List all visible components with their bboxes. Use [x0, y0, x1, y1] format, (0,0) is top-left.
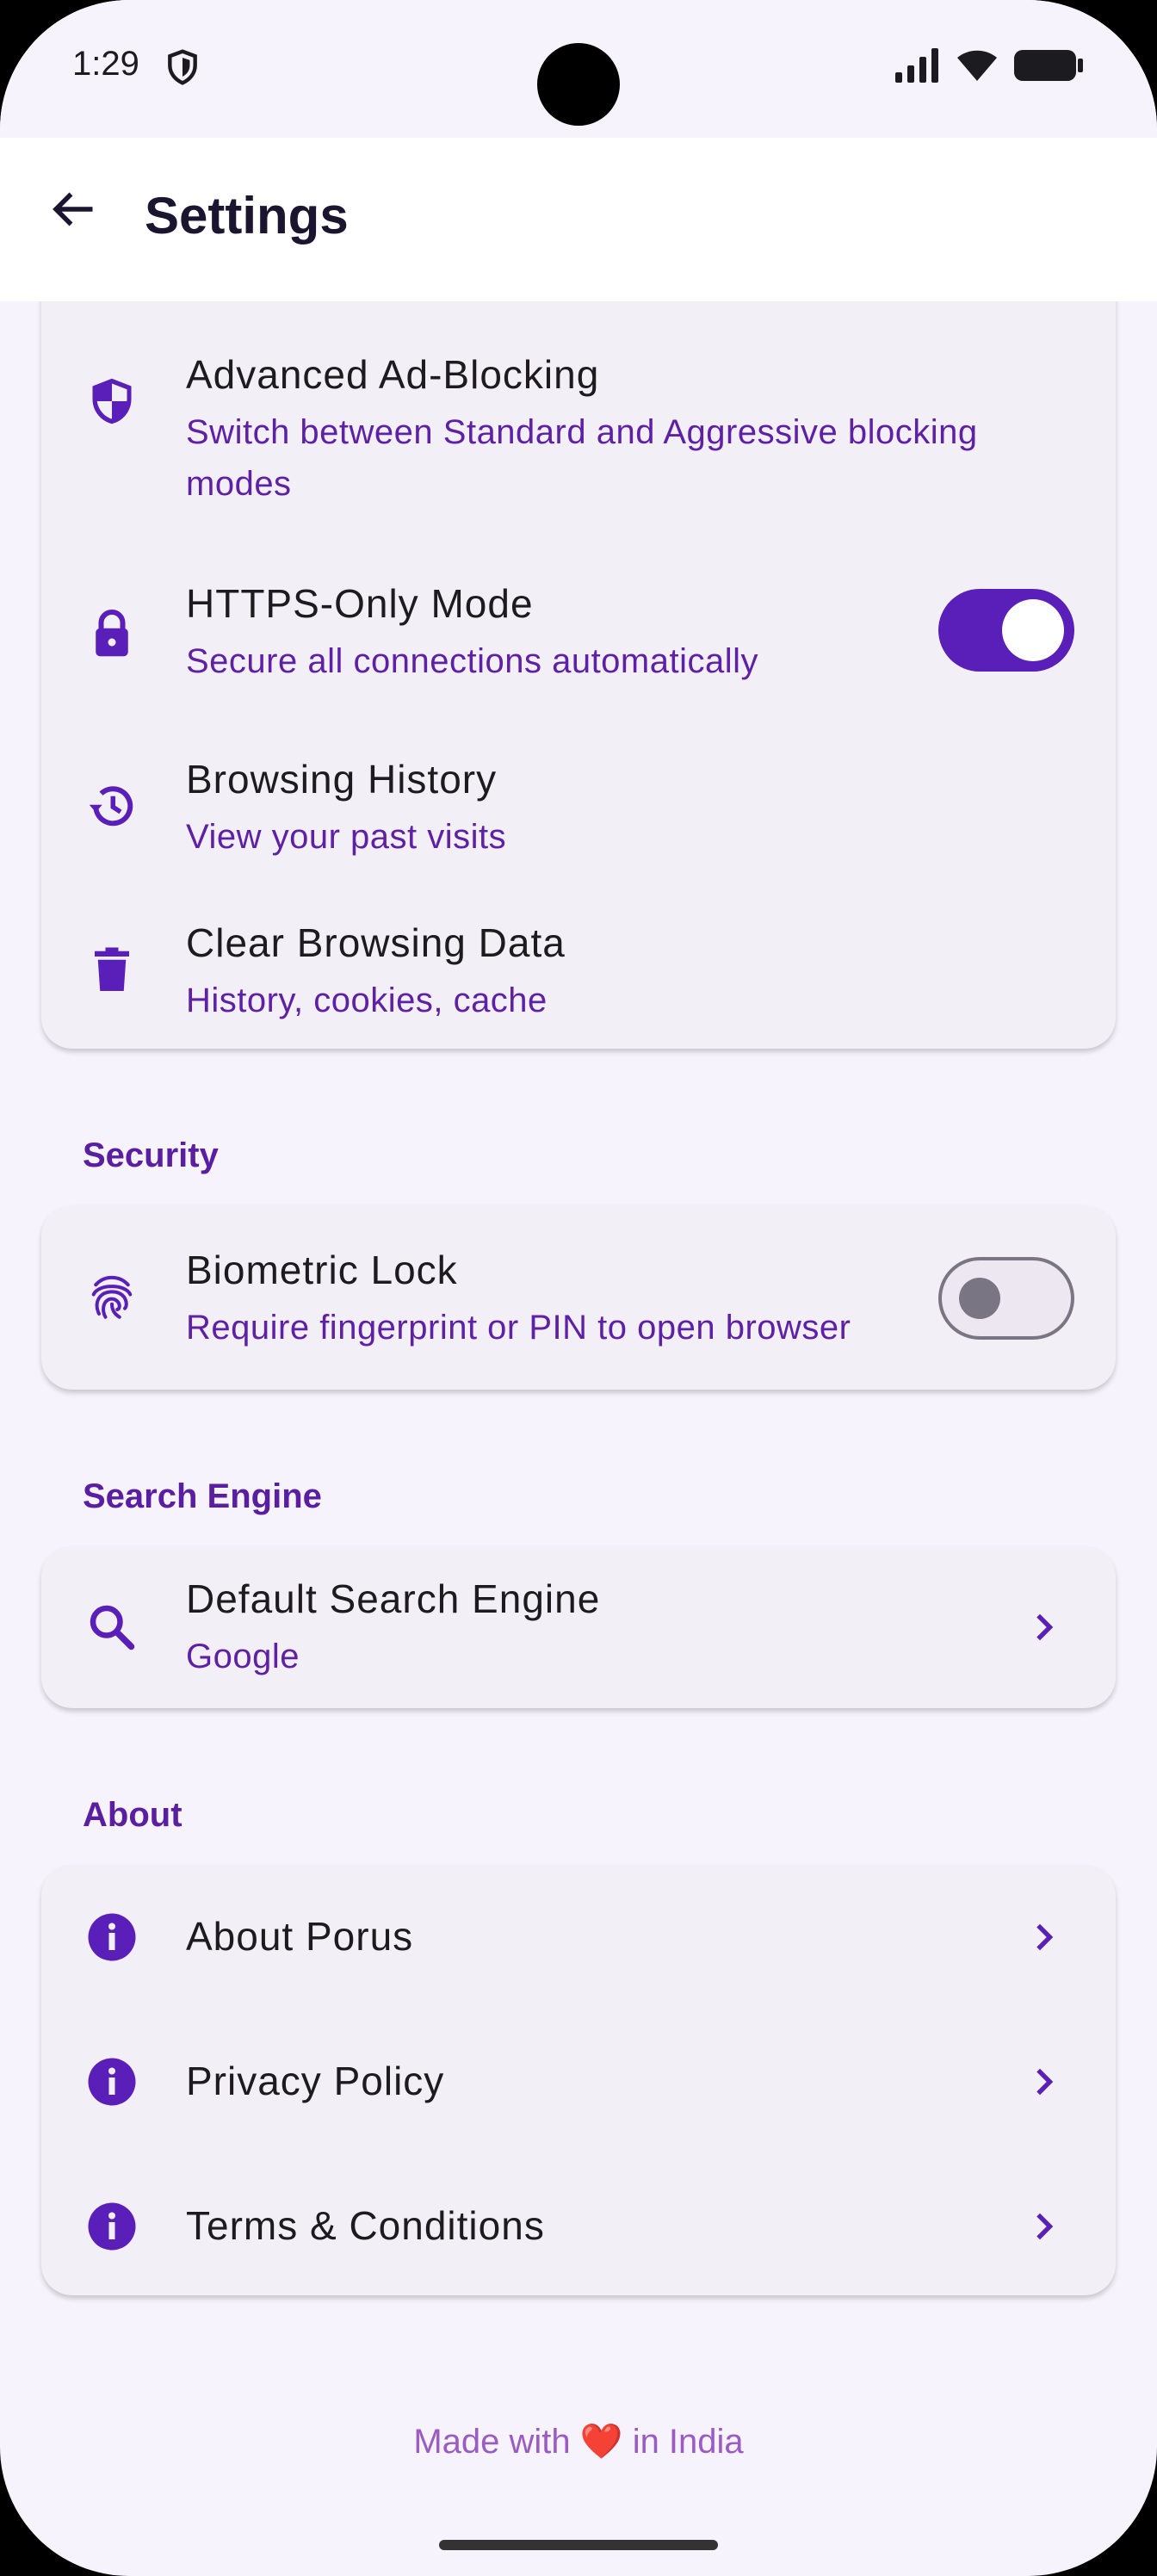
setting-row-privacy-policy[interactable]: Privacy Policy	[41, 2009, 1116, 2154]
setting-row-terms-conditions[interactable]: Terms & Conditions	[41, 2154, 1116, 2299]
setting-label: Browsing History	[186, 757, 498, 802]
chevron-right-icon	[1036, 1923, 1054, 1951]
setting-subtitle: Google	[186, 1638, 300, 1675]
section-title-security: Security	[83, 1136, 219, 1174]
setting-subtitle: History, cookies, cache	[186, 981, 548, 1019]
section-title-search-engine: Search Engine	[83, 1477, 322, 1515]
biometric-lock-toggle[interactable]	[938, 1257, 1074, 1340]
setting-label: Privacy Policy	[186, 2059, 445, 2103]
status-time: 1:29	[72, 45, 139, 83]
setting-row-browsing-history[interactable]: Browsing History View your past visits	[41, 749, 1116, 878]
footer-made-with-love: Made with ❤️ in India	[0, 2421, 1157, 2461]
home-indicator[interactable]	[439, 2540, 718, 2550]
camera-cutout	[537, 43, 620, 126]
setting-label: About Porus	[186, 1914, 414, 1959]
lock-icon	[96, 609, 128, 657]
toggle-knob	[959, 1278, 1000, 1319]
status-bar: 1:29	[0, 0, 1157, 138]
setting-row-https-only[interactable]: HTTPS-Only Mode Secure all connections a…	[41, 573, 1116, 703]
section-title-about: About	[83, 1796, 183, 1834]
setting-label: Biometric Lock	[186, 1248, 458, 1292]
footer-text-after: in India	[632, 2423, 744, 2461]
shield-icon	[168, 49, 197, 85]
info-icon	[88, 2202, 136, 2251]
setting-row-clear-data[interactable]: Clear Browsing Data History, cookies, ca…	[41, 913, 1116, 1042]
setting-subtitle: Secure all connections automatically	[186, 642, 759, 680]
chevron-right-icon	[1036, 1613, 1054, 1641]
setting-label: Default Search Engine	[186, 1576, 601, 1621]
chevron-right-icon	[1036, 2213, 1054, 2240]
search-icon	[90, 1605, 135, 1650]
setting-subtitle: View your past visits	[186, 818, 507, 856]
footer-text-before: Made with	[413, 2423, 571, 2461]
setting-label: HTTPS-Only Mode	[186, 581, 534, 626]
wifi-icon	[957, 50, 997, 81]
fingerprint-icon	[91, 1275, 133, 1319]
back-button[interactable]	[43, 179, 103, 239]
toggle-knob	[1002, 599, 1064, 661]
setting-subtitle: Switch between Standard and Aggressive b…	[186, 413, 978, 503]
setting-row-ad-blocking[interactable]: Advanced Ad-Blocking Switch between Stan…	[41, 344, 1116, 517]
history-icon	[89, 786, 133, 827]
https-only-toggle[interactable]	[938, 589, 1074, 672]
setting-label: Clear Browsing Data	[186, 920, 566, 965]
about-card: About Porus Privacy Policy Terms & Condi…	[41, 1865, 1116, 2295]
status-icons	[895, 48, 1085, 83]
signal-icon	[895, 48, 938, 83]
privacy-settings-card: Advanced Ad-Blocking Switch between Stan…	[41, 258, 1116, 1049]
info-icon	[88, 1913, 136, 1961]
security-card: Biometric Lock Require fingerprint or PI…	[41, 1205, 1116, 1390]
setting-row-default-search-engine[interactable]: Default Search Engine Google	[41, 1546, 1116, 1708]
shield-half-icon	[92, 378, 132, 424]
setting-subtitle: Require fingerprint or PIN to open brows…	[186, 1309, 851, 1347]
arrow-left-icon	[53, 192, 93, 226]
heart-icon: ❤️	[579, 2423, 623, 2461]
battery-icon	[1014, 50, 1083, 81]
setting-row-about-porus[interactable]: About Porus	[41, 1865, 1116, 2009]
setting-row-biometric-lock[interactable]: Biometric Lock Require fingerprint or PI…	[41, 1205, 1116, 1390]
app-bar: Settings	[0, 138, 1157, 301]
trash-icon	[95, 947, 129, 991]
page-title: Settings	[145, 187, 349, 245]
search-engine-card: Default Search Engine Google	[41, 1546, 1116, 1708]
info-icon	[88, 2058, 136, 2106]
setting-label: Advanced Ad-Blocking	[186, 352, 600, 397]
screen: 1:29 Advanced Ad-Blocking Switch between…	[0, 0, 1157, 2576]
setting-label: Terms & Conditions	[186, 2203, 545, 2248]
chevron-right-icon	[1036, 2068, 1054, 2096]
